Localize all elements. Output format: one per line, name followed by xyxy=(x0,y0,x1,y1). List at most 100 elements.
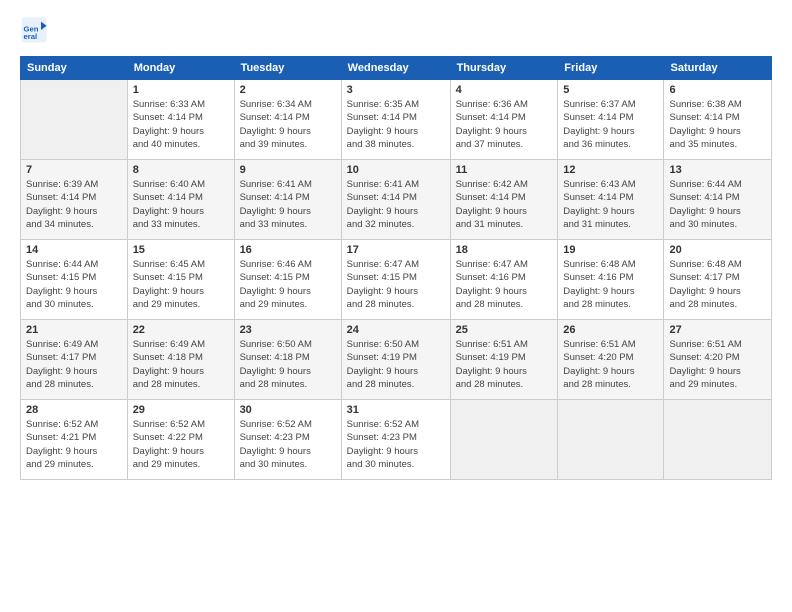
calendar-cell: 11 Sunrise: 6:42 AM Sunset: 4:14 PM Dayli… xyxy=(450,160,558,240)
day-number: 2 xyxy=(240,84,336,96)
weekday-header-tuesday: Tuesday xyxy=(234,57,341,80)
day-number: 11 xyxy=(456,164,553,176)
day-number: 28 xyxy=(26,404,122,416)
calendar-cell: 15 Sunrise: 6:45 AM Sunset: 4:15 PM Dayli… xyxy=(127,240,234,320)
day-info: Sunrise: 6:52 AM Sunset: 4:22 PM Dayligh… xyxy=(133,418,229,471)
calendar-cell: 5 Sunrise: 6:37 AM Sunset: 4:14 PM Daylig… xyxy=(558,80,664,160)
calendar-cell: 4 Sunrise: 6:36 AM Sunset: 4:14 PM Daylig… xyxy=(450,80,558,160)
day-info: Sunrise: 6:51 AM Sunset: 4:20 PM Dayligh… xyxy=(563,338,658,391)
day-number: 26 xyxy=(563,324,658,336)
calendar-cell: 14Sunrise: 6:44 AM Sunset: 4:15 PM Dayli… xyxy=(21,240,128,320)
day-number: 6 xyxy=(669,84,766,96)
calendar-table: SundayMondayTuesdayWednesdayThursdayFrid… xyxy=(20,56,772,480)
day-number: 31 xyxy=(347,404,445,416)
calendar-cell: 20 Sunrise: 6:48 AM Sunset: 4:17 PM Dayli… xyxy=(664,240,772,320)
calendar-cell: 26 Sunrise: 6:51 AM Sunset: 4:20 PM Dayli… xyxy=(558,320,664,400)
calendar-cell: 1 Sunrise: 6:33 AM Sunset: 4:14 PM Daylig… xyxy=(127,80,234,160)
day-number: 21 xyxy=(26,324,122,336)
calendar-cell: 19 Sunrise: 6:48 AM Sunset: 4:16 PM Dayli… xyxy=(558,240,664,320)
day-info: Sunrise: 6:36 AM Sunset: 4:14 PM Dayligh… xyxy=(456,98,553,151)
day-info: Sunrise: 6:50 AM Sunset: 4:18 PM Dayligh… xyxy=(240,338,336,391)
day-info: Sunrise: 6:37 AM Sunset: 4:14 PM Dayligh… xyxy=(563,98,658,151)
svg-text:eral: eral xyxy=(24,32,38,41)
calendar-cell: 31Sunrise: 6:52 AM Sunset: 4:23 PM Dayli… xyxy=(341,400,450,480)
page: Gen eral SundayMondayTuesdayWednesdayThu… xyxy=(0,0,792,612)
calendar-cell: 3 Sunrise: 6:35 AM Sunset: 4:14 PM Daylig… xyxy=(341,80,450,160)
weekday-header-friday: Friday xyxy=(558,57,664,80)
calendar-cell xyxy=(664,400,772,480)
day-info: Sunrise: 6:47 AM Sunset: 4:15 PM Dayligh… xyxy=(347,258,445,311)
calendar-cell: 24 Sunrise: 6:50 AM Sunset: 4:19 PM Dayli… xyxy=(341,320,450,400)
calendar-cell: 2Sunrise: 6:34 AM Sunset: 4:14 PM Daylig… xyxy=(234,80,341,160)
day-info: Sunrise: 6:52 AM Sunset: 4:23 PM Dayligh… xyxy=(240,418,336,471)
weekday-header-sunday: Sunday xyxy=(21,57,128,80)
day-number: 15 xyxy=(133,244,229,256)
day-number: 29 xyxy=(133,404,229,416)
logo-icon: Gen eral xyxy=(20,16,48,44)
day-info: Sunrise: 6:45 AM Sunset: 4:15 PM Dayligh… xyxy=(133,258,229,311)
calendar-cell: 7Sunrise: 6:39 AM Sunset: 4:14 PM Daylig… xyxy=(21,160,128,240)
day-number: 17 xyxy=(347,244,445,256)
day-number: 20 xyxy=(669,244,766,256)
calendar-cell: 10Sunrise: 6:41 AM Sunset: 4:14 PM Dayli… xyxy=(341,160,450,240)
day-info: Sunrise: 6:51 AM Sunset: 4:19 PM Dayligh… xyxy=(456,338,553,391)
calendar-cell: 23 Sunrise: 6:50 AM Sunset: 4:18 PM Dayli… xyxy=(234,320,341,400)
day-info: Sunrise: 6:41 AM Sunset: 4:14 PM Dayligh… xyxy=(240,178,336,231)
day-number: 27 xyxy=(669,324,766,336)
calendar-cell: 12 Sunrise: 6:43 AM Sunset: 4:14 PM Dayli… xyxy=(558,160,664,240)
day-info: Sunrise: 6:51 AM Sunset: 4:20 PM Dayligh… xyxy=(669,338,766,391)
calendar-week-row: 21 Sunrise: 6:49 AM Sunset: 4:17 PM Dayli… xyxy=(21,320,772,400)
day-number: 3 xyxy=(347,84,445,96)
day-number: 19 xyxy=(563,244,658,256)
calendar-cell: 22Sunrise: 6:49 AM Sunset: 4:18 PM Dayli… xyxy=(127,320,234,400)
day-number: 4 xyxy=(456,84,553,96)
day-info: Sunrise: 6:42 AM Sunset: 4:14 PM Dayligh… xyxy=(456,178,553,231)
header: Gen eral xyxy=(20,16,772,44)
calendar-cell xyxy=(558,400,664,480)
day-number: 23 xyxy=(240,324,336,336)
calendar-cell: 8Sunrise: 6:40 AM Sunset: 4:14 PM Daylig… xyxy=(127,160,234,240)
calendar-cell: 17 Sunrise: 6:47 AM Sunset: 4:15 PM Dayli… xyxy=(341,240,450,320)
calendar-cell: 16 Sunrise: 6:46 AM Sunset: 4:15 PM Dayli… xyxy=(234,240,341,320)
day-number: 24 xyxy=(347,324,445,336)
day-info: Sunrise: 6:40 AM Sunset: 4:14 PM Dayligh… xyxy=(133,178,229,231)
day-info: Sunrise: 6:50 AM Sunset: 4:19 PM Dayligh… xyxy=(347,338,445,391)
weekday-header-row: SundayMondayTuesdayWednesdayThursdayFrid… xyxy=(21,57,772,80)
calendar-cell: 29 Sunrise: 6:52 AM Sunset: 4:22 PM Dayli… xyxy=(127,400,234,480)
calendar-week-row: 28 Sunrise: 6:52 AM Sunset: 4:21 PM Dayli… xyxy=(21,400,772,480)
day-info: Sunrise: 6:48 AM Sunset: 4:16 PM Dayligh… xyxy=(563,258,658,311)
day-info: Sunrise: 6:48 AM Sunset: 4:17 PM Dayligh… xyxy=(669,258,766,311)
calendar-cell: 13Sunrise: 6:44 AM Sunset: 4:14 PM Dayli… xyxy=(664,160,772,240)
day-info: Sunrise: 6:33 AM Sunset: 4:14 PM Dayligh… xyxy=(133,98,229,151)
day-number: 13 xyxy=(669,164,766,176)
day-number: 5 xyxy=(563,84,658,96)
calendar-week-row: 14Sunrise: 6:44 AM Sunset: 4:15 PM Dayli… xyxy=(21,240,772,320)
calendar-cell: 9 Sunrise: 6:41 AM Sunset: 4:14 PM Daylig… xyxy=(234,160,341,240)
day-number: 25 xyxy=(456,324,553,336)
calendar-week-row: 1 Sunrise: 6:33 AM Sunset: 4:14 PM Daylig… xyxy=(21,80,772,160)
calendar-cell xyxy=(21,80,128,160)
calendar-cell xyxy=(450,400,558,480)
day-info: Sunrise: 6:52 AM Sunset: 4:21 PM Dayligh… xyxy=(26,418,122,471)
day-number: 1 xyxy=(133,84,229,96)
day-number: 30 xyxy=(240,404,336,416)
day-info: Sunrise: 6:35 AM Sunset: 4:14 PM Dayligh… xyxy=(347,98,445,151)
calendar-cell: 6Sunrise: 6:38 AM Sunset: 4:14 PM Daylig… xyxy=(664,80,772,160)
day-number: 18 xyxy=(456,244,553,256)
logo: Gen eral xyxy=(20,16,52,44)
calendar-cell: 28 Sunrise: 6:52 AM Sunset: 4:21 PM Dayli… xyxy=(21,400,128,480)
day-info: Sunrise: 6:46 AM Sunset: 4:15 PM Dayligh… xyxy=(240,258,336,311)
day-info: Sunrise: 6:49 AM Sunset: 4:17 PM Dayligh… xyxy=(26,338,122,391)
weekday-header-saturday: Saturday xyxy=(664,57,772,80)
day-number: 16 xyxy=(240,244,336,256)
calendar-week-row: 7Sunrise: 6:39 AM Sunset: 4:14 PM Daylig… xyxy=(21,160,772,240)
day-info: Sunrise: 6:47 AM Sunset: 4:16 PM Dayligh… xyxy=(456,258,553,311)
day-number: 12 xyxy=(563,164,658,176)
calendar-cell: 30 Sunrise: 6:52 AM Sunset: 4:23 PM Dayli… xyxy=(234,400,341,480)
day-info: Sunrise: 6:44 AM Sunset: 4:15 PM Dayligh… xyxy=(26,258,122,311)
day-info: Sunrise: 6:41 AM Sunset: 4:14 PM Dayligh… xyxy=(347,178,445,231)
calendar-cell: 25 Sunrise: 6:51 AM Sunset: 4:19 PM Dayli… xyxy=(450,320,558,400)
day-number: 9 xyxy=(240,164,336,176)
weekday-header-wednesday: Wednesday xyxy=(341,57,450,80)
day-info: Sunrise: 6:43 AM Sunset: 4:14 PM Dayligh… xyxy=(563,178,658,231)
